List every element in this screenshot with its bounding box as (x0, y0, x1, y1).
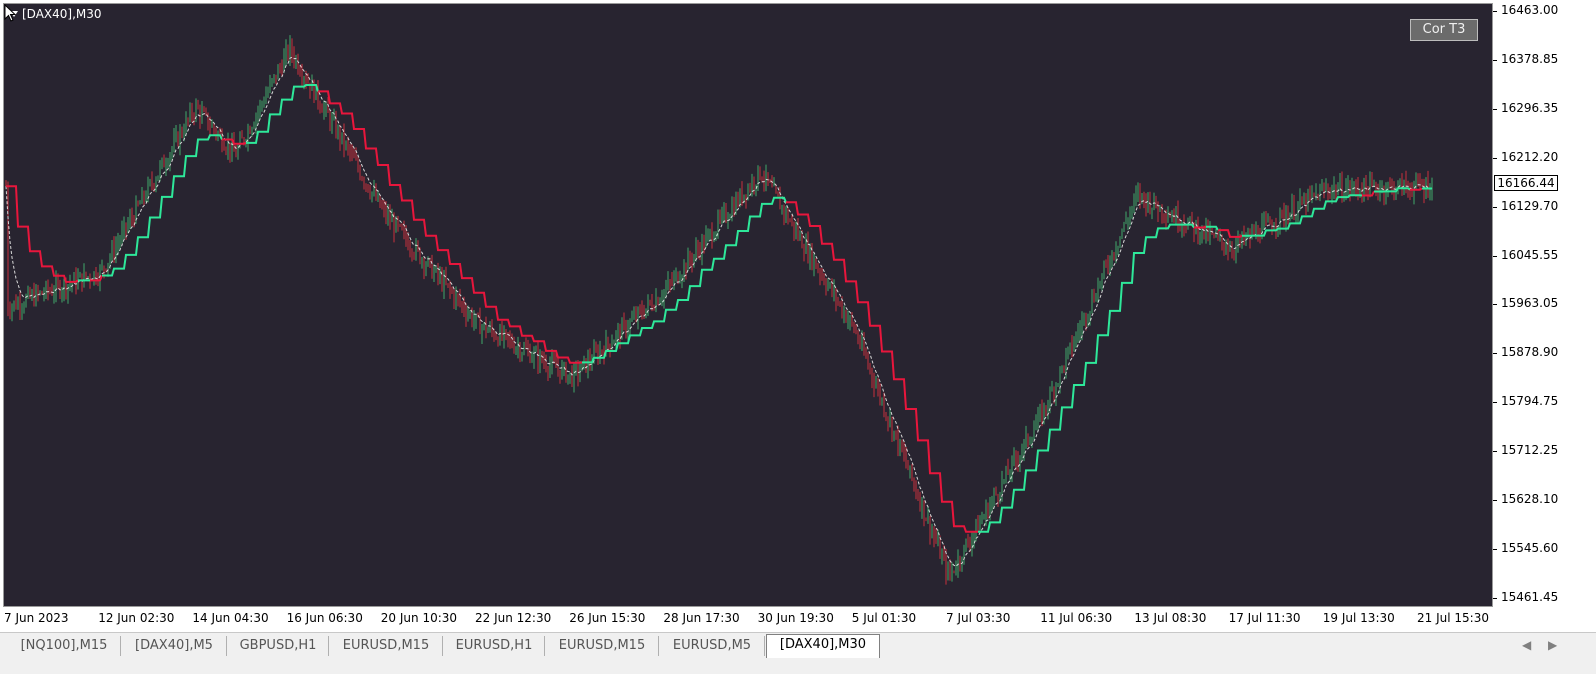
price-tick-mark (1493, 11, 1497, 12)
time-tick-label: 19 Jul 13:30 (1322, 611, 1395, 625)
price-tick-mark (1493, 451, 1497, 453)
cor-t3-bear-line (318, 90, 583, 364)
price-tick-mark (1493, 206, 1497, 208)
price-tick-label: 16463.00 (1501, 3, 1559, 17)
time-tick-label: 7 Jun 2023 (4, 611, 69, 625)
price-tick-mark (1493, 304, 1497, 306)
price-axis[interactable]: 16463.00 16378.85 16296.35 16212.20 16129.70… (1493, 3, 1596, 607)
price-tick-label: 15963.05 (1501, 296, 1559, 311)
price-tick-label: 15794.75 (1501, 394, 1559, 409)
price-tick-mark (1493, 108, 1497, 110)
cor-t3-button[interactable]: Cor T3 (1410, 19, 1478, 41)
price-tick-label: 15461.45 (1501, 589, 1559, 604)
price-tick-mark (1493, 500, 1497, 501)
price-tick-label: 16212.20 (1501, 149, 1559, 164)
time-tick-label: 30 Jun 19:30 (757, 611, 834, 625)
price-tick-mark (1493, 255, 1497, 257)
current-price-label: 16166.44 (1494, 175, 1558, 191)
mouse-cursor-icon (4, 4, 17, 22)
time-tick-label: 11 Jul 06:30 (1040, 611, 1113, 625)
time-tick-label: 7 Jul 03:30 (946, 611, 1011, 625)
price-tick-mark (1493, 402, 1497, 404)
chart-tab[interactable]: EURUSD,M5 (660, 636, 765, 656)
chart-tab[interactable]: EURUSD,M15 (546, 636, 659, 656)
chart-tab[interactable]: [NQ100],M15 (8, 636, 121, 656)
chart-tab-bar: [NQ100],M15 [DAX40],M5 GBPUSD,H1 EURUSD,M15… (0, 632, 1596, 659)
cor-t3-bear-line (6, 185, 79, 283)
price-tick-label: 16129.70 (1501, 198, 1559, 213)
time-tick-label: 21 Jul 15:30 (1417, 611, 1489, 625)
tab-scroll-left-icon[interactable]: ◀ (1522, 638, 1531, 652)
time-axis[interactable]: 7 Jun 2023 12 Jun 02:30 14 Jun 04:30 16 Jun… (3, 607, 1493, 629)
chart-tab[interactable]: EURUSD,M15 (330, 636, 443, 656)
chart-tab[interactable]: [DAX40],M30 (766, 634, 880, 658)
price-tick-label: 16045.55 (1501, 247, 1559, 262)
symbol-label[interactable]: [DAX40],M30 (10, 7, 102, 21)
time-tick-label: 14 Jun 04:30 (192, 611, 269, 625)
time-tick-label: 20 Jun 10:30 (380, 611, 458, 625)
price-tick-mark (1493, 597, 1497, 599)
cor-t3-bear-line (786, 201, 978, 533)
price-tick-label: 15712.25 (1501, 443, 1559, 458)
chart-tab[interactable]: EURUSD,H1 (444, 636, 545, 656)
price-tick-mark (1493, 353, 1497, 355)
time-tick-label: 13 Jul 08:30 (1134, 611, 1207, 625)
cor-t3-bull-line (246, 84, 319, 144)
chart-tab[interactable]: [DAX40],M5 (122, 636, 227, 656)
time-tick-label: 26 Jun 15:30 (569, 611, 646, 625)
time-tick-label: 5 Jul 01:30 (851, 611, 917, 625)
price-tick-mark (1493, 157, 1497, 159)
chart-tab[interactable]: GBPUSD,H1 (228, 636, 329, 656)
chart-window[interactable]: [DAX40],M30 Cor T3 16463.00 16378.85 16296… (0, 0, 1596, 634)
cor-t3-bear-line (1194, 225, 1207, 229)
symbol-text: [DAX40],M30 (22, 7, 102, 21)
price-tick-mark (1493, 59, 1497, 61)
time-tick-label: 17 Jul 11:30 (1228, 611, 1301, 625)
price-tick-label: 16378.85 (1501, 51, 1559, 66)
price-tick-label: 15628.10 (1501, 492, 1559, 506)
time-tick-label: 12 Jun 02:30 (98, 611, 175, 625)
tab-scroll-right-icon[interactable]: ▶ (1548, 638, 1557, 652)
cor-t3-bull-line (102, 134, 223, 277)
cor-t3-bull-line (978, 223, 1195, 533)
time-tick-label: 16 Jun 06:30 (286, 611, 363, 625)
price-tick-mark (1493, 548, 1497, 550)
price-tick-label: 15545.60 (1501, 540, 1559, 555)
chart-plot-area[interactable]: [DAX40],M30 Cor T3 (3, 3, 1493, 607)
price-tick-label: 15878.90 (1501, 345, 1559, 360)
price-tick-label: 16296.35 (1501, 100, 1559, 115)
time-tick-label: 28 Jun 17:30 (663, 611, 740, 625)
chart-svg[interactable] (4, 4, 1493, 607)
time-tick-label: 22 Jun 12:30 (475, 611, 552, 625)
